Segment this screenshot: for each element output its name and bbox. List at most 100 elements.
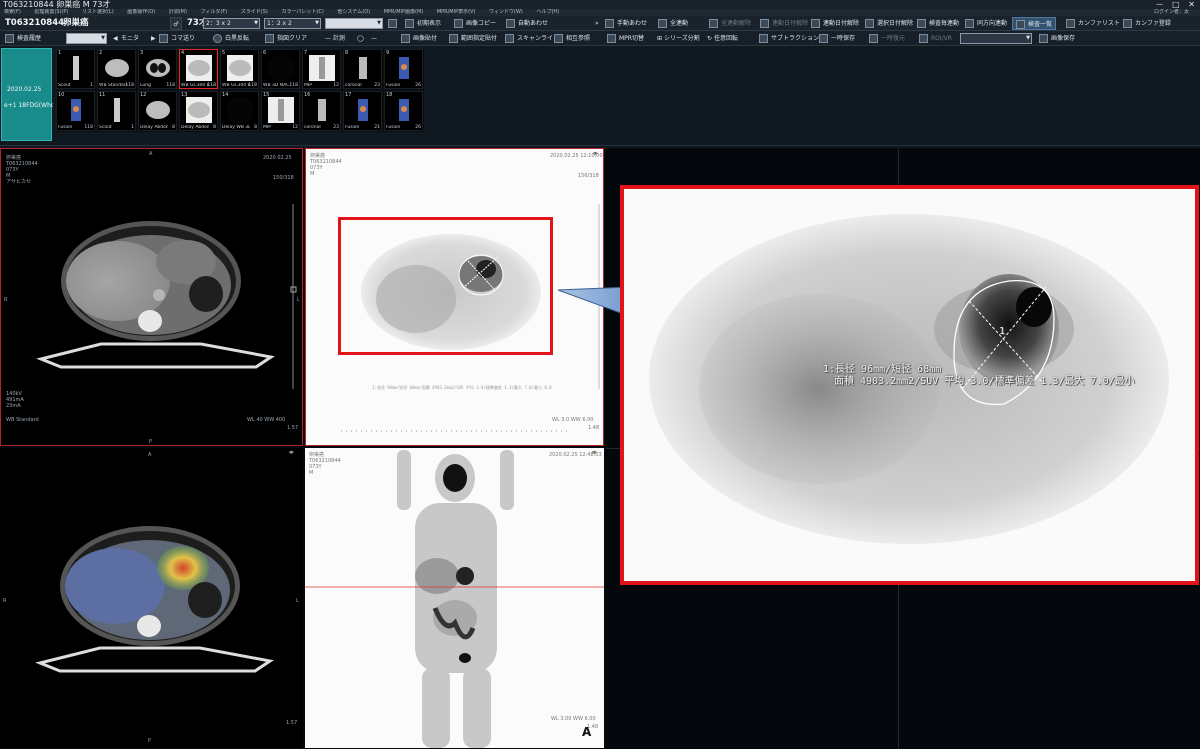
series-number: 5 <box>222 50 226 56</box>
series-number: 1 <box>58 50 62 56</box>
link-date-release-button[interactable]: 連動日付解除 <box>757 17 811 30</box>
series-thumbnail[interactable]: 10 Fusion 118 <box>56 91 95 131</box>
grid-icon[interactable] <box>385 17 397 30</box>
same-direction-button[interactable]: 同方向連動 <box>962 17 1010 30</box>
diagnosis: 卵巣癌 <box>63 18 89 28</box>
zoomed-roi-view: 1 1:長径 96mm/短径 68mm 面積 4903.2mm2/SUV 平均 … <box>620 185 1199 585</box>
window-controls[interactable]: － □ ✕ <box>1156 0 1198 9</box>
menu-item-device[interactable]: 処理装置(S)(P) <box>34 9 68 15</box>
zoomed-roi-number: 1 <box>999 326 1006 337</box>
auto-align-button[interactable]: 自動あわせ <box>503 17 551 30</box>
series-thumbnail[interactable]: 6 WB 3D NAC 118 <box>261 49 300 89</box>
fusion-orient-right: L <box>296 598 299 604</box>
image-copy-button[interactable]: 画像コピー <box>451 17 499 30</box>
list-icon <box>1016 20 1025 29</box>
frame-step-button[interactable]: コマ送り <box>156 32 198 45</box>
measure-button[interactable]: — 計測 <box>322 32 348 45</box>
series-thumbnail[interactable]: 17 Fusion 21 <box>343 91 382 131</box>
series-thumbnail[interactable]: 2 WB Standard 118 <box>97 49 136 89</box>
subtraction-button[interactable]: サブトラクション <box>756 32 822 45</box>
annotation-clear-button[interactable]: 指図クリア <box>262 32 310 45</box>
ct-date: 2020.02.25 <box>263 155 292 161</box>
series-split-button[interactable]: ⊞ シリーズ分割 <box>654 32 703 45</box>
invert-button[interactable]: 白黒反転 <box>210 32 252 45</box>
link-icon[interactable]: ⚭ <box>288 449 295 457</box>
temp-save-button[interactable]: 一時保存 <box>816 32 858 45</box>
series-preview-image <box>105 59 129 77</box>
series-thumbnail[interactable]: 5 WB GC300 B...118 <box>220 49 259 89</box>
series-count: 118 <box>84 125 93 130</box>
monitor-button[interactable]: モニタ <box>118 32 142 45</box>
ct-viewport[interactable]: 卵巣癌 T063210844 073Y M アサヒカセ 2020.02.25 1… <box>0 148 303 446</box>
menu-item-window[interactable]: ウィンドウ(W) <box>489 9 523 15</box>
link-icon[interactable]: ⚭ <box>591 449 598 457</box>
mutual-ref-button[interactable]: 相互参照 <box>551 32 593 45</box>
study-tab[interactable]: 2020.02.25 e+1 18FDG(Who <box>1 48 53 141</box>
study-date: 2020.02.25 <box>7 86 42 93</box>
series-preview-image <box>399 57 409 79</box>
menu-item-slide[interactable]: スライド(S) <box>241 9 268 15</box>
series-thumbnail[interactable]: 7 MIP 12 <box>302 49 341 89</box>
conference-register-button[interactable]: カンファ登録 <box>1120 17 1174 30</box>
expand-chevron-icon[interactable]: » <box>592 17 602 30</box>
manual-align-button[interactable]: 手動あわせ <box>602 17 650 30</box>
series-thumbnail[interactable]: 15 MIP 12 <box>261 91 300 131</box>
link-release-button[interactable]: 全連動解除 <box>706 17 754 30</box>
fusion-viewport[interactable]: A R L P 1.57 ⚭ <box>0 448 303 748</box>
study-link-button[interactable]: 検査毎連動 <box>914 17 962 30</box>
line-tool-icon[interactable]: — <box>368 32 380 45</box>
series-thumbnail[interactable]: 14 Delay WB 3D 8 <box>220 91 259 131</box>
series-thumbnail[interactable]: 13 Delay Abdom 8 <box>179 91 218 131</box>
menu-item-filter[interactable]: フィルタ(F) <box>201 9 228 15</box>
history-select[interactable]: ▼ <box>66 33 107 44</box>
patient-id: T063210844 <box>5 18 65 28</box>
layout-select-1[interactable]: 2：3 x 2 ▼ <box>203 18 260 29</box>
temp-restore-button[interactable]: 一時復元 <box>866 32 908 45</box>
fusion-zoom: 1.57 <box>286 720 298 726</box>
menu-item-measure[interactable]: 計測(M) <box>169 9 187 15</box>
series-label: Delay Abdom <box>140 125 168 130</box>
restore-icon <box>869 34 878 43</box>
series-thumbnail[interactable]: 8 coronal 23 <box>343 49 382 89</box>
series-thumbnail[interactable]: 11 Scout 1 <box>97 91 136 131</box>
image-save-button[interactable]: 画像保存 <box>1036 32 1078 45</box>
series-thumbnail[interactable]: 18 Fusion 26 <box>384 91 423 131</box>
roi-highlight-box <box>338 217 553 355</box>
full-link-button[interactable]: 全連動 <box>655 17 691 30</box>
menu-item-image-op[interactable]: 画像操作(O) <box>127 9 155 15</box>
mpr-switch-button[interactable]: MPR切替 <box>604 32 647 45</box>
mip-viewport[interactable]: 卵巣癌 T063210844 073Y M 2020.02.25 12:48:0… <box>305 448 604 748</box>
menu-item-help[interactable]: ヘルプ(H) <box>536 9 559 15</box>
menu-item-palette[interactable]: カラーパレット(C) <box>281 9 323 15</box>
image-paste-button[interactable]: 画像貼付 <box>398 32 440 45</box>
link-date-set-button[interactable]: 連動日付解除 <box>808 17 862 30</box>
study-list-button[interactable]: 検査一覧 <box>1012 17 1057 30</box>
menu-item-mpr-display[interactable]: MPR/MIP表示(V) <box>437 9 476 15</box>
series-thumbnail[interactable]: 12 Delay Abdom 8 <box>138 91 177 131</box>
link-icon[interactable]: ⚭ <box>592 150 599 158</box>
series-thumbnail[interactable]: 9 Fusion 26 <box>384 49 423 89</box>
pet-zoom: 1.48 <box>588 425 600 431</box>
preset-select[interactable]: ▼ <box>325 18 383 29</box>
study-history-button[interactable]: 検査履歴 <box>2 32 44 45</box>
ellipse-tool-icon[interactable]: ◯ <box>354 32 367 45</box>
menu-item-mpr-image[interactable]: MPR/MIP画像(M) <box>384 9 424 15</box>
select-date-icon <box>865 19 874 28</box>
series-preview-image <box>73 56 79 80</box>
series-thumbnail[interactable]: 16 coronal 23 <box>302 91 341 131</box>
series-count: 8 <box>213 125 216 130</box>
series-thumbnail[interactable]: 1 Scout 1 <box>56 49 95 89</box>
select-date-release-button[interactable]: 選択日付解除 <box>862 17 916 30</box>
conference-list-button[interactable]: カンファリスト <box>1063 17 1123 30</box>
layout-select-2[interactable]: 1：2 x 2 ▼ <box>264 18 321 29</box>
menu-item-search[interactable]: 検索(F) <box>4 9 21 15</box>
menu-item-list[interactable]: リスト選択(L) <box>82 9 114 15</box>
menu-item-other-system[interactable]: 他システム(O) <box>337 9 370 15</box>
initial-display-button[interactable]: 初期表示 <box>402 17 444 30</box>
roi-vr-button[interactable]: ROI/VR <box>916 32 955 45</box>
series-thumbnail[interactable]: 4 WB GC300 B...118 <box>179 49 218 89</box>
roi-select[interactable]: ▼ <box>960 33 1032 44</box>
series-thumbnail[interactable]: 3 Lung 118 <box>138 49 177 89</box>
range-paste-button[interactable]: 範囲指定貼付 <box>446 32 500 45</box>
free-rotate-button[interactable]: ↻ 任意回転 <box>704 32 741 45</box>
